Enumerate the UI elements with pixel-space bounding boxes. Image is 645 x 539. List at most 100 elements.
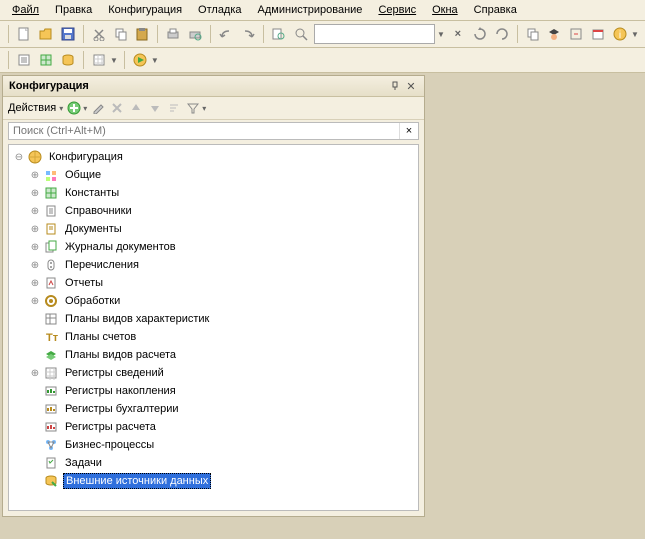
actions-label[interactable]: Действия [8,102,56,114]
sort-icon[interactable] [166,100,182,116]
separator [83,51,84,69]
catalogs-icon [43,203,59,219]
db-icon[interactable] [59,51,77,69]
expand-icon[interactable]: ⊕ [29,295,41,307]
tree-item[interactable]: ⊕Общие [9,166,418,184]
print-icon[interactable] [164,25,182,43]
tree-search-clear-icon[interactable]: × [399,123,418,139]
run-dropdown-icon[interactable]: ▼ [151,56,159,65]
config-tree[interactable]: ⊖ Конфигурация ⊕Общие⊕Константы⊕Справочн… [8,144,419,511]
calendar-icon[interactable] [589,25,607,43]
paste-icon[interactable] [133,25,151,43]
search-clear-icon[interactable]: × [449,25,467,43]
tree-item[interactable]: Регистры бухгалтерии [9,400,418,418]
refresh-icon[interactable] [471,25,489,43]
search-dropdown-icon[interactable]: ▼ [437,30,445,39]
expand-icon[interactable]: ⊕ [29,277,41,289]
tree-item[interactable]: ⊕Журналы документов [9,238,418,256]
expand-icon[interactable]: ⊕ [29,367,41,379]
menu-help[interactable]: Справка [468,2,523,18]
filter-icon[interactable] [185,100,201,116]
tree-item[interactable]: ⊕Документы [9,220,418,238]
panel-close-icon[interactable]: ✕ [404,79,418,93]
expand-icon[interactable]: ⊕ [29,169,41,181]
expand-icon[interactable] [29,349,41,361]
menu-config[interactable]: Конфигурация [102,2,188,18]
down-icon[interactable] [147,100,163,116]
tree-item[interactable]: Внешние источники данных [9,472,418,490]
tree-item-label: Константы [63,186,121,200]
tree-item[interactable]: ⊕Регистры сведений [9,364,418,382]
copy-icon[interactable] [112,25,130,43]
search-box[interactable] [314,24,435,44]
tool-icon[interactable] [567,25,585,43]
copy2-icon[interactable] [524,25,542,43]
expand-icon[interactable] [29,475,41,487]
refresh2-icon[interactable] [493,25,511,43]
menu-file[interactable]: Файл [6,2,45,18]
expand-icon[interactable] [29,457,41,469]
expand-icon[interactable]: ⊕ [29,223,41,235]
tree-item[interactable]: Планы видов расчета [9,346,418,364]
tree-item[interactable]: Регистры накопления [9,382,418,400]
grid-dropdown-icon[interactable]: ▼ [110,56,118,65]
edit-icon[interactable] [90,100,106,116]
calc-types-icon [43,347,59,363]
add-dropdown-icon[interactable]: ▾ [83,104,87,113]
menu-admin[interactable]: Администрирование [252,2,369,18]
redo-icon[interactable] [239,25,257,43]
grip [8,25,9,43]
tree-item[interactable]: Планы видов характеристик [9,310,418,328]
expand-icon[interactable] [29,403,41,415]
expand-icon[interactable]: ⊕ [29,259,41,271]
expand-icon[interactable] [29,421,41,433]
tree-search-input[interactable] [9,123,399,139]
filter-dropdown-icon[interactable]: ▾ [202,104,206,113]
tree-item[interactable]: ⊕Отчеты [9,274,418,292]
tree-item[interactable]: ⊕Справочники [9,202,418,220]
user-graduate-icon[interactable] [545,25,563,43]
menu-debug[interactable]: Отладка [192,2,247,18]
second-toolbar: ▼ ▼ [0,48,645,73]
tree-item[interactable]: ⊕Обработки [9,292,418,310]
expand-icon[interactable]: ⊕ [29,205,41,217]
tree-item[interactable]: ТтПланы счетов [9,328,418,346]
find-icon[interactable] [270,25,288,43]
expand-icon[interactable] [29,385,41,397]
new-doc-icon[interactable] [15,25,33,43]
tree-item[interactable]: Регистры расчета [9,418,418,436]
grid-green-icon[interactable] [37,51,55,69]
list-icon[interactable] [15,51,33,69]
actions-dropdown-icon[interactable]: ▾ [59,104,63,113]
cut-icon[interactable] [90,25,108,43]
menu-windows[interactable]: Окна [426,2,464,18]
add-icon[interactable] [66,100,82,116]
expand-icon[interactable] [29,313,41,325]
tree-item[interactable]: ⊕ Константы [9,184,418,202]
menu-service[interactable]: Сервис [372,2,422,18]
save-icon[interactable] [59,25,77,43]
info-dropdown-icon[interactable]: ▼ [631,30,639,39]
zoom-icon[interactable] [292,25,310,43]
expand-icon[interactable]: ⊕ [29,241,41,253]
panel-pin-icon[interactable] [388,79,402,93]
expand-icon[interactable]: ⊖ [13,151,25,163]
expand-icon[interactable] [29,331,41,343]
search-input[interactable] [315,28,434,40]
open-folder-icon[interactable] [37,25,55,43]
up-icon[interactable] [128,100,144,116]
menu-edit[interactable]: Правка [49,2,98,18]
tree-item[interactable]: ⊕Перечисления [9,256,418,274]
delete-icon[interactable] [109,100,125,116]
expand-icon[interactable]: ⊕ [29,187,41,199]
grid-icon[interactable] [90,51,108,69]
print-preview-icon[interactable] [186,25,204,43]
run-icon[interactable] [131,51,149,69]
info-icon[interactable]: i [611,25,629,43]
tree-item[interactable]: Бизнес-процессы [9,436,418,454]
tree-item[interactable]: Задачи [9,454,418,472]
undo-icon[interactable] [217,25,235,43]
tree-item-label: Планы видов расчета [63,348,178,362]
tree-root[interactable]: ⊖ Конфигурация [9,148,418,166]
expand-icon[interactable] [29,439,41,451]
